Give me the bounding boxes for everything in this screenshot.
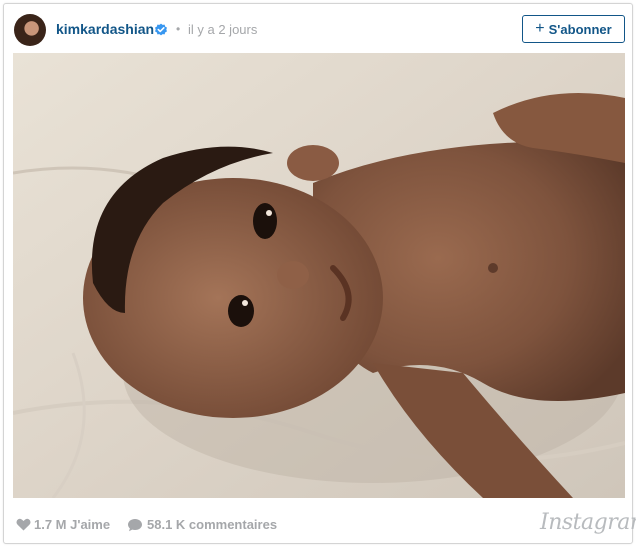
- post-photo[interactable]: [13, 53, 625, 498]
- comment-bubble-icon[interactable]: [127, 518, 143, 532]
- plus-icon: +: [535, 20, 545, 37]
- dot-separator: •: [176, 22, 181, 36]
- follow-button-label: S'abonner: [548, 21, 612, 37]
- instagram-logo[interactable]: Instagram: [540, 510, 636, 535]
- comments-count: 58.1 K commentaires: [147, 517, 278, 532]
- instagram-embed-card: kimkardashian • il y a 2 jours + S'abonn…: [3, 3, 636, 544]
- post-footer: 1.7 M J'aime 58.1 K commentaires Instagr…: [4, 504, 636, 544]
- likes-count: 1.7 M J'aime: [34, 517, 111, 532]
- user-avatar[interactable]: [14, 14, 46, 46]
- follow-button[interactable]: + S'abonner: [522, 15, 625, 43]
- baby-photo-illustration: [13, 53, 625, 498]
- post-header: kimkardashian • il y a 2 jours + S'abonn…: [4, 4, 632, 52]
- verified-badge-icon: [155, 23, 167, 36]
- heart-icon[interactable]: [16, 518, 31, 531]
- username-link[interactable]: kimkardashian: [56, 21, 154, 37]
- post-timestamp[interactable]: il y a 2 jours: [188, 22, 257, 37]
